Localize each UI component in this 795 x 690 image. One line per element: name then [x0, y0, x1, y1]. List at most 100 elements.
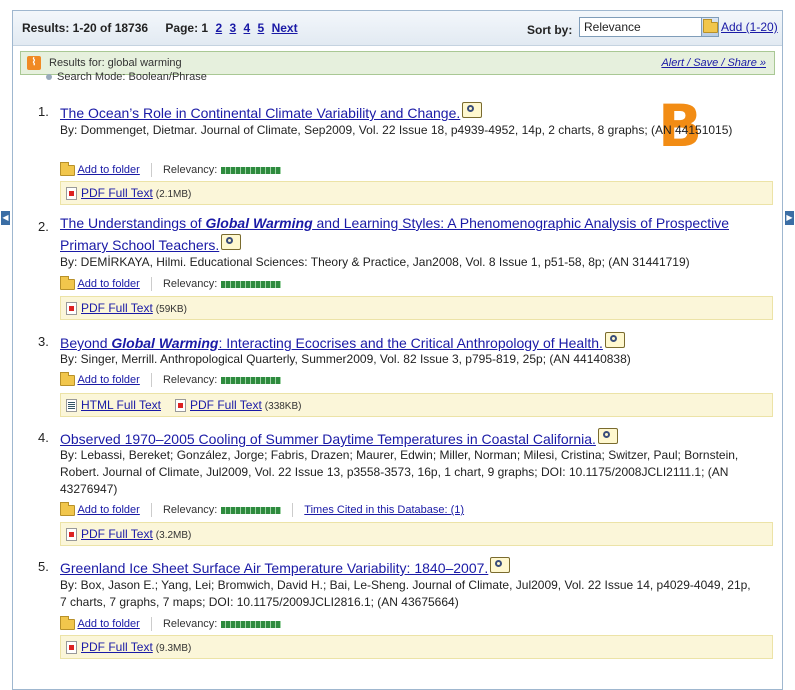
bullet-icon: [46, 74, 52, 81]
pdf-full-text-link[interactable]: PDF Full Text: [81, 640, 153, 654]
relevancy-label: Relevancy:: [162, 503, 218, 516]
preview-magnifier-icon[interactable]: [221, 234, 242, 250]
page-link-2[interactable]: 2: [215, 21, 222, 35]
record-title-link[interactable]: Greenland Ice Sheet Surface Air Temperat…: [60, 560, 488, 576]
pdf-icon: [175, 399, 186, 413]
pdf-full-text[interactable]: PDF Full Text (338KB): [175, 398, 302, 413]
add-to-folder-link[interactable]: Add to folder: [77, 164, 139, 176]
record-tools: Add to folder Relevancy:: [60, 161, 282, 177]
folder-icon: [60, 161, 75, 176]
alert-save-share-link[interactable]: Alert / Save / Share »: [661, 57, 766, 69]
record-byline: By: DEMİRKAYA, Hilmi. Educational Scienc…: [60, 255, 690, 269]
rss-icon[interactable]: ⌇: [27, 56, 41, 70]
divider: [150, 617, 152, 631]
divider: [292, 503, 294, 517]
preview-magnifier-icon[interactable]: [597, 428, 618, 444]
search-mode-label: Search Mode: Boolean/Phrase: [57, 71, 207, 83]
record-title-link[interactable]: The Ocean’s Role in Continental Climate …: [60, 105, 460, 121]
pdf-full-text[interactable]: PDF Full Text (59KB): [66, 301, 187, 316]
relevancy-bar: [221, 376, 282, 384]
record-title: The Understandings of Global Warming and…: [60, 212, 760, 256]
title-part: : Interacting Ecocrises and the Critical…: [218, 335, 603, 351]
add-all-to-folder[interactable]: Add (1-20): [703, 19, 778, 34]
file-size: (9.3MB): [155, 643, 192, 654]
collapse-left-arrow-icon[interactable]: ◀: [1, 211, 10, 225]
results-for-text: Results for: global warming: [49, 57, 182, 69]
search-mode: Search Mode: Boolean/Phrase: [46, 71, 207, 83]
add-to-folder-link[interactable]: Add to folder: [77, 618, 139, 630]
page-link-4[interactable]: 4: [244, 21, 251, 35]
add-to-folder-link[interactable]: Add to folder: [77, 374, 139, 386]
record-number: 2.: [38, 219, 49, 234]
sort-select[interactable]: Relevance ▼: [579, 17, 719, 37]
preview-magnifier-icon[interactable]: [490, 557, 511, 573]
relevancy-bar: [221, 280, 282, 288]
record-title-link[interactable]: Beyond Global Warming: Interacting Ecocr…: [60, 335, 603, 351]
record-title-link[interactable]: Observed 1970–2005 Cooling of Summer Day…: [60, 431, 596, 447]
record-number: 1.: [38, 104, 49, 119]
pdf-icon: [66, 528, 77, 542]
add-all-link[interactable]: Add (1-20): [721, 20, 778, 34]
relevancy-label: Relevancy:: [162, 617, 218, 630]
file-size: (338KB): [264, 401, 302, 412]
times-cited-link[interactable]: Times Cited in this Database: (1): [304, 504, 464, 516]
html-full-text-link[interactable]: HTML Full Text: [81, 398, 161, 412]
preview-magnifier-icon[interactable]: [604, 332, 625, 348]
record-byline: By: Box, Jason E.; Yang, Lei; Bromwich, …: [60, 578, 751, 609]
pdf-icon: [66, 302, 77, 316]
full-text-bar: HTML Full Text PDF Full Text (338KB): [60, 393, 773, 417]
folder-icon: [60, 275, 75, 290]
full-text-bar: PDF Full Text (9.3MB): [60, 635, 773, 659]
record-tools: Add to folder Relevancy:: [60, 275, 282, 291]
relevancy-bar: [221, 506, 282, 514]
divider: [150, 373, 152, 387]
preview-magnifier-icon[interactable]: [462, 102, 483, 118]
record-byline: By: Dommenget, Dietmar. Journal of Clima…: [60, 123, 733, 137]
results-count-label: Results: 1-20 of 18736: [22, 21, 149, 35]
add-to-folder-link[interactable]: Add to folder: [77, 504, 139, 516]
sort-by-label: Sort by:: [527, 23, 573, 37]
full-text-bar: PDF Full Text (2.1MB): [60, 181, 773, 205]
folder-icon: [60, 615, 75, 630]
file-size: (59KB): [155, 304, 187, 315]
pdf-icon: [66, 187, 77, 201]
html-full-text[interactable]: HTML Full Text: [66, 398, 161, 413]
file-size: (3.2MB): [155, 530, 192, 541]
relevancy-label: Relevancy:: [162, 163, 218, 176]
pdf-full-text-link[interactable]: PDF Full Text: [190, 398, 262, 412]
pdf-full-text-link[interactable]: PDF Full Text: [81, 186, 153, 200]
record-title: The Ocean’s Role in Continental Climate …: [60, 102, 483, 124]
results-toolbar: Results: 1-20 of 18736 Page: 1 2 3 4 5 N…: [13, 11, 782, 46]
pdf-full-text-link[interactable]: PDF Full Text: [81, 301, 153, 315]
record-tools: Add to folder Relevancy:: [60, 615, 282, 631]
relevancy-label: Relevancy:: [162, 277, 218, 290]
results-summary: Results: 1-20 of 18736 Page: 1 2 3 4 5 N…: [22, 21, 298, 35]
page-link-3[interactable]: 3: [229, 21, 236, 35]
html-icon: [66, 399, 77, 413]
divider: [150, 163, 152, 177]
pdf-full-text[interactable]: PDF Full Text (3.2MB): [66, 527, 192, 542]
record-byline: By: Lebassi, Bereket; González, Jorge; F…: [60, 448, 739, 496]
record-number: 4.: [38, 430, 49, 445]
highlighted-term: Global Warming: [111, 335, 219, 351]
pdf-full-text-link[interactable]: PDF Full Text: [81, 527, 153, 541]
collapse-right-arrow-icon[interactable]: ▶: [785, 211, 794, 225]
divider: [150, 503, 152, 517]
divider: [150, 277, 152, 291]
pdf-full-text[interactable]: PDF Full Text (9.3MB): [66, 640, 192, 655]
pdf-icon: [66, 641, 77, 655]
relevancy-label: Relevancy:: [162, 373, 218, 386]
record-title-link[interactable]: The Understandings of Global Warming and…: [60, 215, 729, 253]
full-text-bar: PDF Full Text (3.2MB): [60, 522, 773, 546]
record-tools: Add to folder Relevancy:: [60, 371, 282, 387]
title-part: Beyond: [60, 335, 112, 351]
add-to-folder-link[interactable]: Add to folder: [77, 278, 139, 290]
page-link-5[interactable]: 5: [258, 21, 265, 35]
record-byline: By: Singer, Merrill. Anthropological Qua…: [60, 352, 631, 366]
folder-icon: [703, 19, 718, 34]
file-size: (2.1MB): [155, 189, 192, 200]
page-label: Page: 1: [165, 21, 209, 35]
record-number: 5.: [38, 559, 49, 574]
next-page-link[interactable]: Next: [272, 21, 298, 35]
pdf-full-text[interactable]: PDF Full Text (2.1MB): [66, 186, 192, 201]
